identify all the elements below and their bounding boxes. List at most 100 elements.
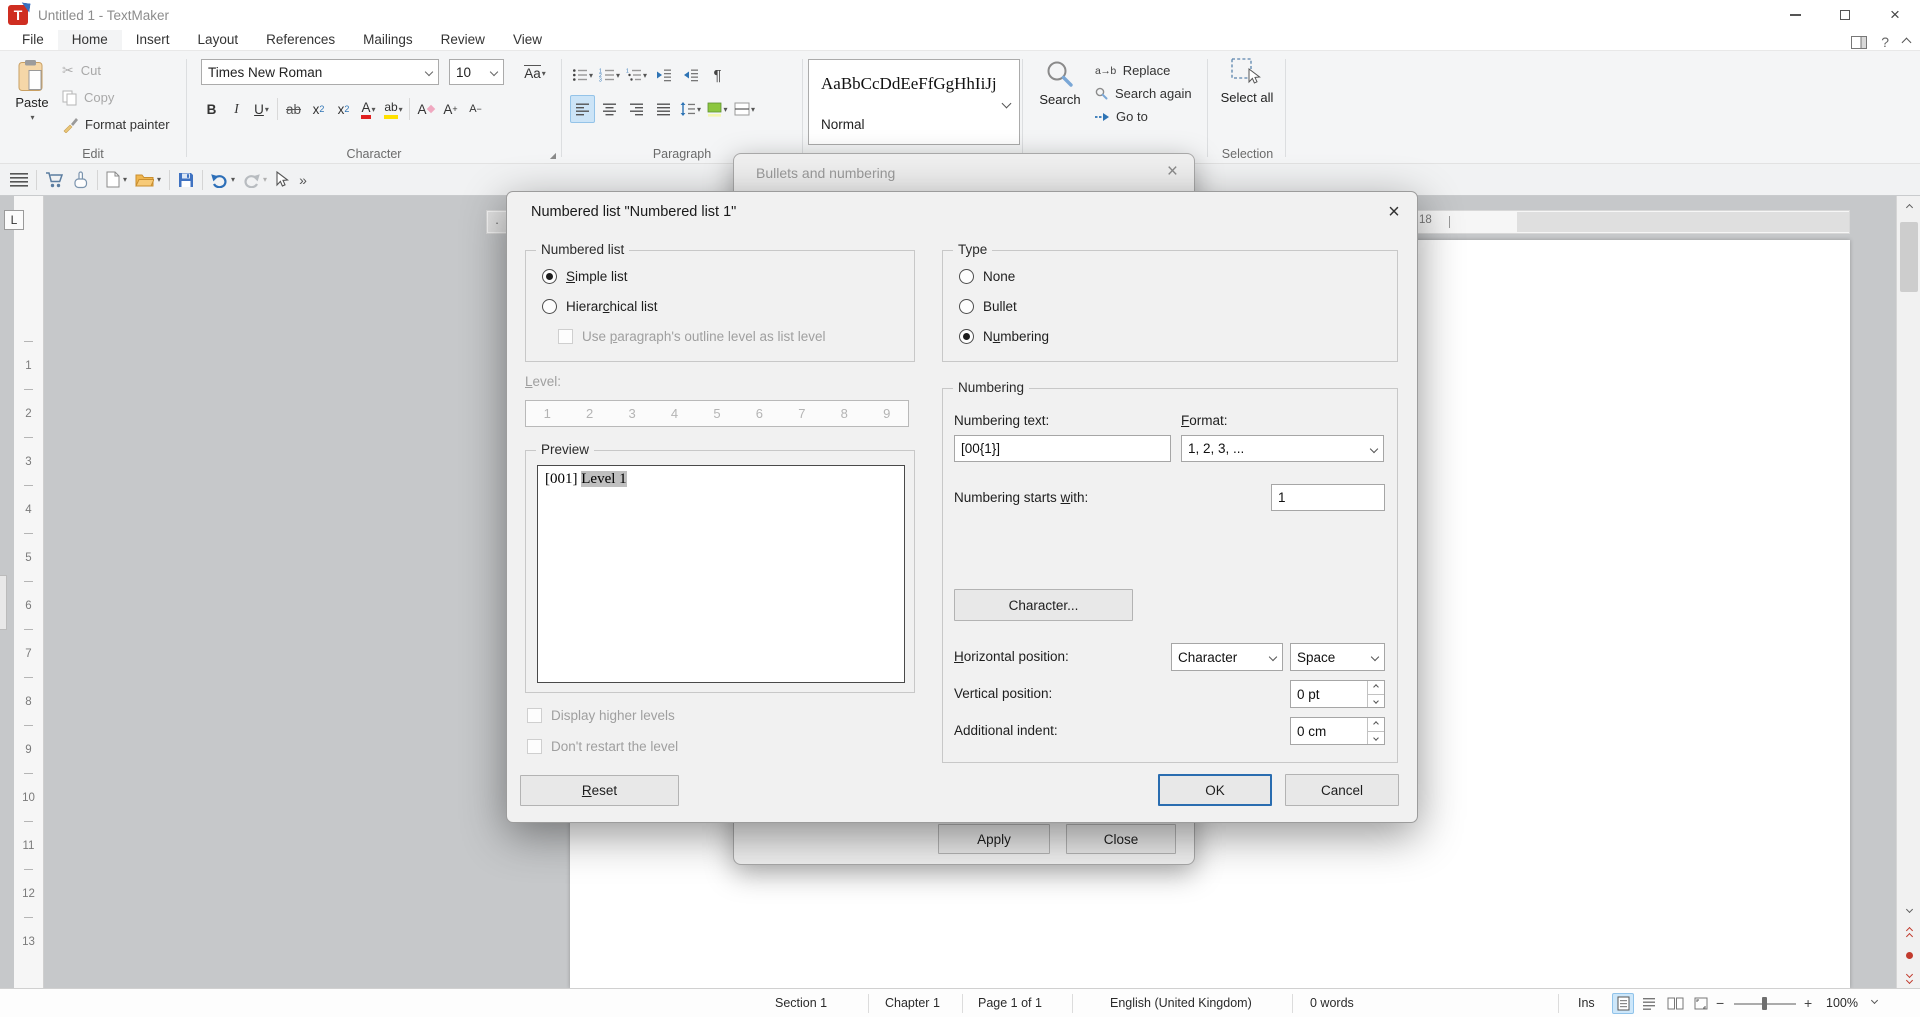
ribbon-tab[interactable]: View <box>499 30 556 50</box>
spin-down-icon[interactable] <box>1368 695 1384 708</box>
close-dialog-button[interactable]: Close <box>1066 824 1176 854</box>
horizontal-position-unit-select[interactable]: Space <box>1290 643 1385 671</box>
browse-next-button[interactable] <box>1897 966 1920 988</box>
style-gallery[interactable]: AaBbCcDdEeFfGgHhIiJj Normal <box>808 59 1020 145</box>
section-indicator[interactable]: Section 1 <box>775 996 827 1010</box>
sidebar-toggle-icon[interactable] <box>10 173 28 187</box>
toolbar-more-icon[interactable]: » <box>299 172 307 188</box>
subscript-button[interactable]: x2 <box>306 95 331 123</box>
paste-button[interactable]: Paste ▾ <box>8 59 56 122</box>
reset-button[interactable]: Reset <box>520 775 679 806</box>
hand-tool-icon[interactable] <box>72 171 89 189</box>
character-button[interactable]: Character... <box>954 589 1133 621</box>
strikethrough-button[interactable]: ab <box>281 95 306 123</box>
view-two-pages-button[interactable] <box>1664 993 1686 1014</box>
view-page-layout-button[interactable] <box>1612 993 1634 1014</box>
ribbon-tab[interactable]: Home <box>58 30 122 50</box>
format-select[interactable]: 1, 2, 3, ... <box>1181 435 1384 462</box>
window-splitter-handle[interactable] <box>0 575 7 630</box>
tab-stop-selector[interactable]: L <box>4 210 24 230</box>
bold-button[interactable]: B <box>199 95 224 123</box>
bullet-list-button[interactable]: ▾ <box>570 61 595 89</box>
shrink-font-button[interactable]: A− <box>463 95 488 123</box>
numbered-list-button[interactable]: 123 ▾ <box>597 61 622 89</box>
type-bullet-radio[interactable]: Bullet <box>959 295 1017 317</box>
borders-button[interactable]: ▾ <box>732 95 757 123</box>
page-indicator[interactable]: Page 1 of 1 <box>978 996 1042 1010</box>
highlight-button[interactable]: ab▾ <box>381 95 406 123</box>
save-icon[interactable] <box>178 172 194 188</box>
align-center-button[interactable] <box>597 95 622 123</box>
zoom-out-button[interactable]: − <box>1716 995 1724 1011</box>
open-button[interactable]: ▾ <box>135 172 161 187</box>
spin-up-icon[interactable] <box>1368 718 1384 732</box>
apply-button[interactable]: Apply <box>938 824 1050 854</box>
vertical-scrollbar[interactable] <box>1896 196 1920 988</box>
highlight-dropdown-arrow[interactable]: ▾ <box>399 105 403 114</box>
horizontal-position-select[interactable]: Character <box>1171 643 1283 671</box>
scroll-down-button[interactable] <box>1897 898 1920 920</box>
multilevel-list-button[interactable]: 1 ▾ <box>624 61 649 89</box>
replace-button[interactable]: a→b Replace <box>1095 59 1192 82</box>
new-document-dropdown-arrow[interactable]: ▾ <box>123 175 127 184</box>
decrease-indent-button[interactable] <box>678 61 703 89</box>
ribbon-tab[interactable]: Review <box>427 30 499 50</box>
multilevel-list-dropdown-arrow[interactable]: ▾ <box>643 71 647 80</box>
undo-button[interactable]: ▾ <box>211 172 235 188</box>
word-count[interactable]: 0 words <box>1310 996 1354 1010</box>
language-indicator[interactable]: English (United Kingdom) <box>1110 996 1252 1010</box>
dialog-close-button[interactable]: × <box>1371 192 1417 232</box>
align-right-button[interactable] <box>624 95 649 123</box>
search-again-button[interactable]: Search again <box>1095 82 1192 105</box>
minimize-button[interactable] <box>1770 0 1820 30</box>
font-color-dropdown-arrow[interactable]: ▾ <box>372 105 376 114</box>
scroll-up-button[interactable] <box>1897 196 1920 218</box>
view-fullscreen-button[interactable] <box>1690 993 1712 1014</box>
help-icon[interactable]: ? <box>1881 34 1889 50</box>
chapter-indicator[interactable]: Chapter 1 <box>885 996 940 1010</box>
font-size-combo[interactable]: 10 <box>449 59 504 85</box>
clear-formatting-button[interactable]: A <box>413 95 438 123</box>
open-dropdown-arrow[interactable]: ▾ <box>157 175 161 184</box>
shopping-cart-icon[interactable] <box>45 171 64 188</box>
object-mode-pointer-icon[interactable] <box>275 171 289 188</box>
superscript-button[interactable]: x2 <box>331 95 356 123</box>
insert-mode-indicator[interactable]: Ins <box>1578 996 1595 1010</box>
italic-button[interactable]: I <box>224 95 249 123</box>
ribbon-tab[interactable]: Insert <box>122 30 184 50</box>
go-to-button[interactable]: Go to <box>1095 105 1192 128</box>
numbered-list-dropdown-arrow[interactable]: ▾ <box>616 71 620 80</box>
justify-button[interactable] <box>651 95 676 123</box>
select-all-button[interactable]: Select all <box>1216 57 1278 106</box>
spin-down-icon[interactable] <box>1368 732 1384 745</box>
copy-button[interactable]: Copy <box>62 84 170 111</box>
simple-list-radio[interactable]: Simple list <box>542 265 628 287</box>
zoom-slider[interactable] <box>1734 1003 1796 1005</box>
cancel-button[interactable]: Cancel <box>1285 774 1399 806</box>
ribbon-tab[interactable]: Layout <box>184 30 253 50</box>
align-left-button[interactable] <box>570 95 595 123</box>
search-button[interactable]: Search <box>1031 59 1089 107</box>
borders-dropdown-arrow[interactable]: ▾ <box>751 105 755 114</box>
formatting-marks-button[interactable]: ¶ <box>705 61 730 89</box>
type-none-radio[interactable]: None <box>959 265 1015 287</box>
underline-button[interactable]: U▾ <box>249 95 274 123</box>
bullet-list-dropdown-arrow[interactable]: ▾ <box>589 71 593 80</box>
increase-indent-button[interactable] <box>651 61 676 89</box>
scrollbar-thumb[interactable] <box>1900 222 1918 292</box>
undo-dropdown-arrow[interactable]: ▾ <box>231 175 235 184</box>
zoom-dropdown-icon[interactable] <box>1871 997 1878 1004</box>
line-spacing-button[interactable]: ▾ <box>678 95 703 123</box>
font-color-button[interactable]: A▾ <box>356 95 381 123</box>
ribbon-tab[interactable]: Mailings <box>349 30 427 50</box>
zoom-slider-thumb[interactable] <box>1762 997 1767 1010</box>
redo-button[interactable]: ▾ <box>243 172 267 188</box>
spin-up-icon[interactable] <box>1368 681 1384 695</box>
additional-indent-input[interactable]: 0 cm <box>1290 717 1385 745</box>
close-button[interactable]: × <box>1870 0 1920 30</box>
style-gallery-dropdown-icon[interactable] <box>1002 99 1012 109</box>
shading-dropdown-arrow[interactable]: ▾ <box>723 105 727 114</box>
close-icon[interactable]: × <box>1167 161 1178 183</box>
collapse-ribbon-icon[interactable] <box>1902 37 1912 47</box>
sidebar-panel-icon[interactable] <box>1851 36 1867 49</box>
